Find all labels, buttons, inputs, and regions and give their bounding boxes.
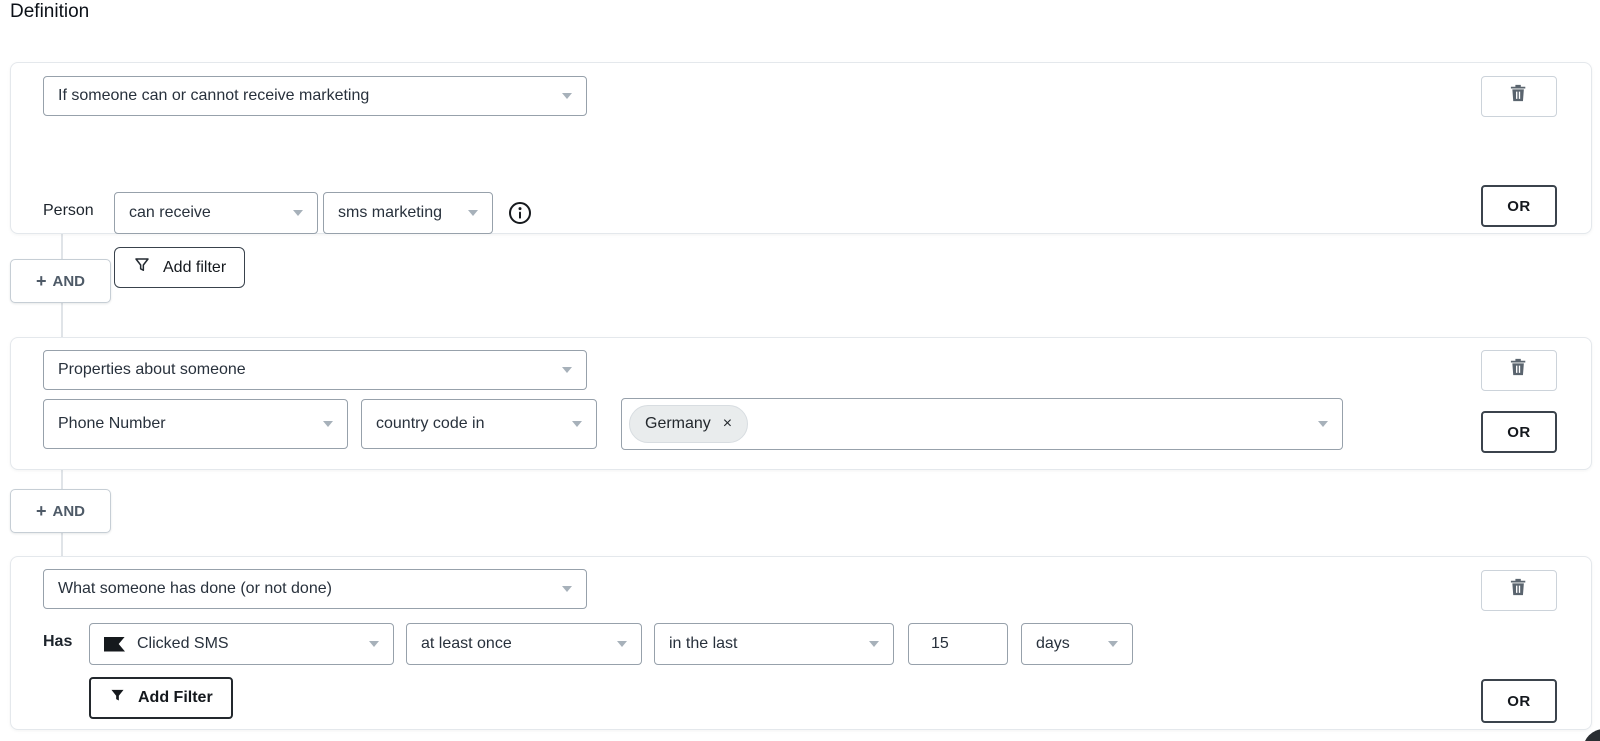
condition-type-select[interactable]: If someone can or cannot receive marketi…	[43, 76, 587, 116]
chevron-down-icon	[869, 641, 879, 647]
or-condition-button[interactable]: OR	[1481, 185, 1557, 227]
delete-condition-button[interactable]	[1481, 350, 1557, 391]
chevron-down-icon	[572, 421, 582, 427]
consent-channel-value: sms marketing	[338, 204, 460, 222]
condition-card-properties: Properties about someone Phone Number co…	[10, 337, 1592, 470]
frequency-value: at least once	[421, 635, 609, 653]
condition-card-marketing-consent: If someone can or cannot receive marketi…	[10, 62, 1592, 234]
chevron-down-icon	[468, 210, 478, 216]
chevron-down-icon	[293, 210, 303, 216]
plus-icon: +	[36, 272, 47, 290]
property-values-multiselect[interactable]: Germany ×	[621, 398, 1343, 450]
add-and-condition-button[interactable]: + AND	[10, 259, 111, 303]
condition-type-value: What someone has done (or not done)	[58, 580, 554, 598]
timeframe-select[interactable]: in the last	[654, 623, 894, 665]
chevron-down-icon	[617, 641, 627, 647]
or-condition-button[interactable]: OR	[1481, 679, 1557, 723]
has-row-label: Has	[43, 633, 72, 651]
add-filter-button[interactable]: Add Filter	[89, 677, 233, 719]
person-row-label: Person	[43, 202, 94, 220]
condition-type-value: If someone can or cannot receive marketi…	[58, 87, 554, 105]
timeframe-number-input[interactable]	[908, 623, 1008, 665]
delete-condition-button[interactable]	[1481, 76, 1557, 117]
metric-select[interactable]: Clicked SMS	[89, 623, 394, 665]
condition-card-behavior: What someone has done (or not done) Has …	[10, 556, 1592, 730]
value-chip-germany: Germany ×	[629, 405, 748, 443]
plus-icon: +	[36, 502, 47, 520]
frequency-select[interactable]: at least once	[406, 623, 642, 665]
operator-value: country code in	[376, 415, 564, 433]
funnel-icon	[133, 256, 151, 279]
timeframe-unit-select[interactable]: days	[1021, 623, 1133, 665]
or-condition-button[interactable]: OR	[1481, 411, 1557, 453]
clicked-sms-flag-icon	[104, 637, 125, 652]
chevron-down-icon	[323, 421, 333, 427]
metric-value: Clicked SMS	[137, 635, 361, 653]
page-title: Definition	[10, 1, 89, 23]
remove-chip-icon[interactable]: ×	[723, 415, 732, 433]
timeframe-value: in the last	[669, 635, 861, 653]
chevron-down-icon	[369, 641, 379, 647]
or-label: OR	[1507, 693, 1531, 710]
operator-select[interactable]: country code in	[361, 399, 597, 449]
or-label: OR	[1507, 198, 1531, 215]
consent-verb-value: can receive	[129, 204, 285, 222]
trash-icon	[1510, 358, 1528, 383]
delete-condition-button[interactable]	[1481, 570, 1557, 611]
chat-widget-partial[interactable]	[1583, 729, 1600, 741]
consent-channel-select[interactable]: sms marketing	[323, 192, 493, 234]
chevron-down-icon	[1318, 421, 1328, 427]
condition-type-value: Properties about someone	[58, 361, 554, 379]
trash-icon	[1510, 84, 1528, 109]
chevron-down-icon	[562, 93, 572, 99]
chevron-down-icon	[562, 586, 572, 592]
condition-type-select[interactable]: Properties about someone	[43, 350, 587, 390]
segment-definition-page: Definition If someone can or cannot rece…	[0, 0, 1600, 741]
or-label: OR	[1507, 424, 1531, 441]
property-select[interactable]: Phone Number	[43, 399, 348, 449]
info-icon[interactable]	[508, 201, 532, 225]
chevron-down-icon	[562, 367, 572, 373]
and-label: AND	[53, 273, 86, 290]
trash-icon	[1510, 578, 1528, 603]
add-filter-label: Add filter	[163, 259, 226, 277]
chevron-down-icon	[1108, 641, 1118, 647]
and-label: AND	[53, 503, 86, 520]
funnel-icon	[109, 687, 126, 709]
add-filter-label: Add Filter	[138, 689, 213, 707]
timeframe-unit-value: days	[1036, 635, 1100, 653]
chip-label: Germany	[645, 415, 711, 433]
consent-verb-select[interactable]: can receive	[114, 192, 318, 234]
add-filter-button[interactable]: Add filter	[114, 247, 245, 288]
property-value: Phone Number	[58, 415, 315, 433]
add-and-condition-button[interactable]: + AND	[10, 489, 111, 533]
condition-type-select[interactable]: What someone has done (or not done)	[43, 569, 587, 609]
